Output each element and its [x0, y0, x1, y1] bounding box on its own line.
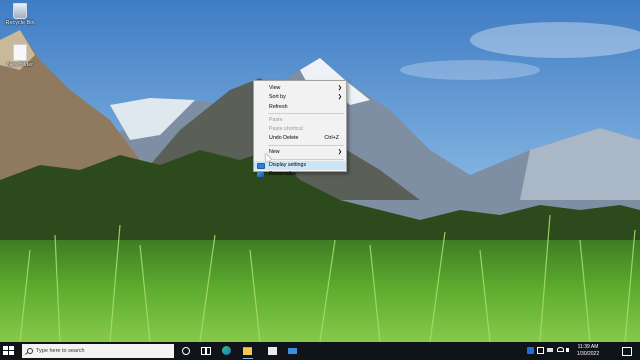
mail-icon	[288, 348, 297, 354]
menu-item-paste[interactable]: Paste	[254, 116, 346, 125]
menu-item-label: View	[269, 85, 281, 91]
battery-icon[interactable]	[547, 348, 553, 352]
recycle-bin-icon	[13, 3, 27, 19]
menu-item-personalize[interactable]: Personalize	[254, 170, 346, 179]
menu-item-label: Paste	[269, 116, 283, 123]
menu-item-label: Sort by	[269, 94, 286, 101]
store-taskbar-button[interactable]	[267, 345, 279, 357]
menu-item-view[interactable]: View ❯	[254, 84, 346, 93]
chevron-up-icon[interactable]	[537, 347, 544, 354]
edge-icon	[222, 346, 231, 355]
menu-item-refresh[interactable]: Refresh	[254, 103, 346, 112]
menu-separator	[268, 145, 344, 147]
file-explorer-icon	[243, 347, 252, 355]
chevron-right-icon: ❯	[337, 94, 342, 101]
desktop-icon-label: Recycle Bin	[5, 20, 35, 26]
store-icon	[268, 347, 277, 355]
menu-item-label: New	[269, 148, 280, 155]
search-placeholder: Type here to search	[36, 348, 85, 354]
menu-item-paste-shortcut[interactable]: Paste shortcut	[254, 125, 346, 134]
menu-item-label: Undo Delete	[269, 135, 299, 142]
menu-item-undo-delete[interactable]: Undo Delete Ctrl+Z	[254, 134, 346, 143]
taskbar-search-box[interactable]: Type here to search	[22, 344, 174, 358]
menu-separator	[268, 158, 344, 160]
personalize-icon	[257, 172, 264, 178]
cortana-button[interactable]	[180, 345, 192, 357]
cortana-icon	[182, 347, 190, 355]
search-icon	[27, 348, 33, 354]
menu-item-sort-by[interactable]: Sort by ❯	[254, 93, 346, 102]
bluetooth-icon[interactable]	[527, 347, 534, 354]
folder-icon	[13, 44, 27, 61]
task-view-button[interactable]	[200, 345, 212, 357]
desktop-icon-new-folder[interactable]: New folder	[0, 44, 40, 68]
menu-item-shortcut: Ctrl+Z	[324, 135, 339, 142]
clock-date: 1/30/2022	[576, 350, 600, 357]
menu-item-label: Display settings	[269, 162, 307, 169]
desktop[interactable]: Recycle Bin New folder View ❯ Sort by ❯ …	[0, 0, 640, 342]
file-explorer-taskbar-button[interactable]	[242, 345, 254, 359]
menu-item-label: Paste shortcut	[269, 126, 303, 133]
display-settings-icon	[257, 163, 265, 170]
mail-taskbar-button[interactable]	[287, 345, 299, 357]
menu-item-label: Personalize	[269, 171, 297, 178]
menu-separator	[268, 113, 344, 115]
chevron-right-icon: ❯	[337, 85, 342, 91]
desktop-icon-recycle-bin[interactable]: Recycle Bin	[0, 3, 40, 26]
desktop-icon-label: New folder	[6, 62, 34, 68]
taskbar-clock[interactable]: 11:39 AM 1/30/2022	[568, 344, 608, 357]
windows-logo-icon	[3, 346, 8, 350]
menu-item-label: Refresh	[269, 103, 288, 110]
notification-icon[interactable]	[622, 347, 632, 356]
chevron-right-icon: ❯	[337, 148, 342, 155]
edge-taskbar-button[interactable]	[221, 345, 233, 357]
taskbar: Type here to search 11:39 AM 1/30/2022	[0, 342, 640, 360]
wifi-icon[interactable]	[557, 347, 564, 352]
menu-item-display-settings[interactable]: Display settings	[254, 161, 346, 171]
start-button[interactable]	[3, 346, 15, 356]
